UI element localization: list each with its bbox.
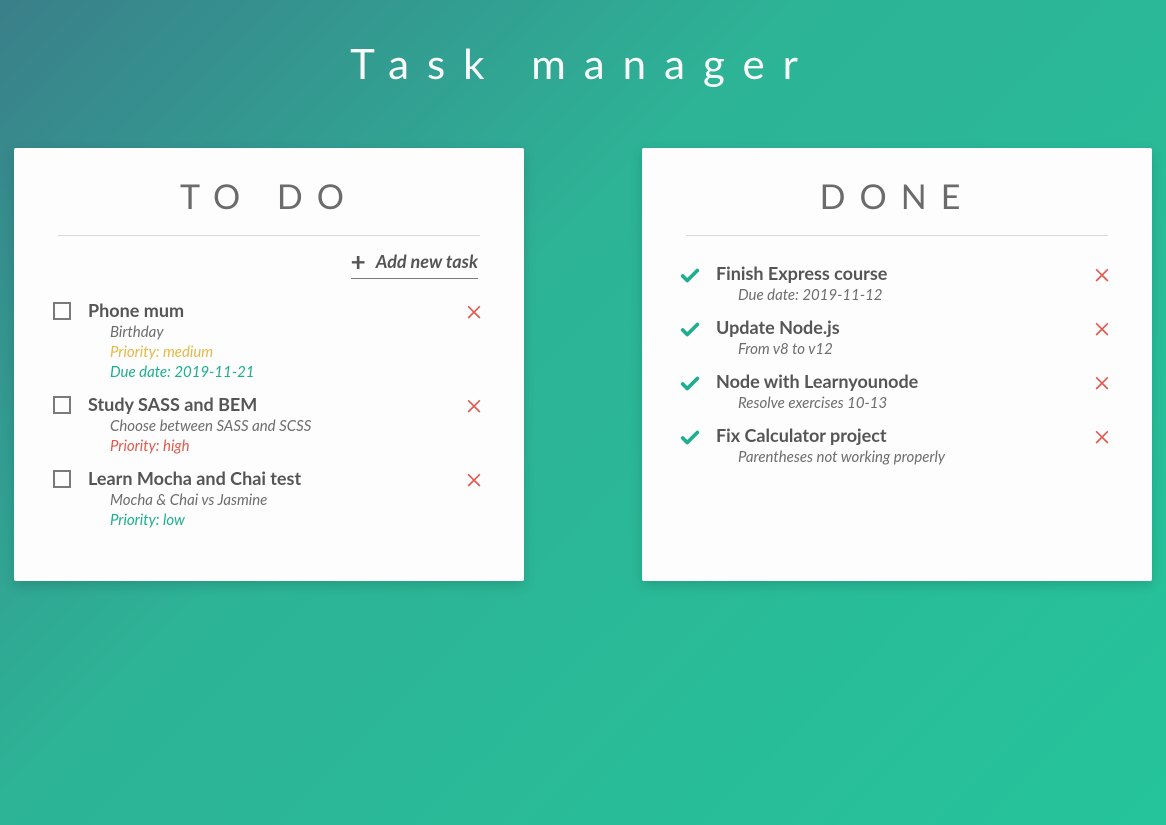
task-priority: Priority: medium: [110, 343, 446, 361]
task-description: Birthday: [110, 323, 446, 341]
divider: [686, 235, 1108, 236]
delete-task-button[interactable]: [460, 299, 488, 325]
task-description: Due date: 2019-11-12: [738, 286, 1074, 304]
checkbox-icon[interactable]: [53, 470, 71, 488]
task-description: Choose between SASS and SCSS: [110, 417, 446, 435]
task-title: Update Node.js: [716, 316, 1074, 338]
task-description: Mocha & Chai vs Jasmine: [110, 491, 446, 509]
close-icon: [464, 301, 484, 325]
task-board: TO DO + Add new task Phone mum Birthday …: [0, 148, 1166, 581]
task-row: Finish Express course Due date: 2019-11-…: [674, 262, 1120, 304]
delete-task-button[interactable]: [1088, 424, 1116, 450]
close-icon: [464, 469, 484, 493]
add-task-label: Add new task: [376, 250, 478, 272]
task-row: Node with Learnyounode Resolve exercises…: [674, 370, 1120, 412]
task-title: Fix Calculator project: [716, 424, 1074, 446]
task-title: Finish Express course: [716, 262, 1074, 284]
divider: [58, 235, 480, 236]
task-row: Study SASS and BEM Choose between SASS a…: [46, 393, 492, 455]
task-title: Node with Learnyounode: [716, 370, 1074, 392]
task-description: Parentheses not working properly: [738, 448, 1074, 466]
done-card: DONE Finish Express course Due date: 201…: [642, 148, 1152, 581]
done-heading: DONE: [674, 176, 1120, 217]
close-icon: [1092, 264, 1112, 288]
delete-task-button[interactable]: [1088, 370, 1116, 396]
add-task-button[interactable]: + Add new task: [351, 248, 478, 279]
task-due-date: Due date: 2019-11-21: [110, 363, 446, 381]
delete-task-button[interactable]: [1088, 262, 1116, 288]
done-list: Finish Express course Due date: 2019-11-…: [674, 262, 1120, 466]
check-icon[interactable]: [679, 319, 701, 341]
page-title: Task manager: [0, 0, 1166, 88]
task-priority: Priority: high: [110, 437, 446, 455]
task-row: Update Node.js From v8 to v12: [674, 316, 1120, 358]
close-icon: [1092, 426, 1112, 450]
check-icon[interactable]: [679, 427, 701, 449]
close-icon: [464, 395, 484, 419]
task-description: From v8 to v12: [738, 340, 1074, 358]
check-icon[interactable]: [679, 265, 701, 287]
todo-heading: TO DO: [46, 176, 492, 217]
task-row: Phone mum Birthday Priority: medium Due …: [46, 299, 492, 381]
task-title: Learn Mocha and Chai test: [88, 467, 446, 489]
close-icon: [1092, 372, 1112, 396]
todo-card: TO DO + Add new task Phone mum Birthday …: [14, 148, 524, 581]
task-description: Resolve exercises 10-13: [738, 394, 1074, 412]
delete-task-button[interactable]: [460, 393, 488, 419]
delete-task-button[interactable]: [1088, 316, 1116, 342]
task-row: Learn Mocha and Chai test Mocha & Chai v…: [46, 467, 492, 529]
task-title: Study SASS and BEM: [88, 393, 446, 415]
delete-task-button[interactable]: [460, 467, 488, 493]
task-priority: Priority: low: [110, 511, 446, 529]
plus-icon: +: [351, 248, 366, 274]
checkbox-icon[interactable]: [53, 396, 71, 414]
task-row: Fix Calculator project Parentheses not w…: [674, 424, 1120, 466]
task-title: Phone mum: [88, 299, 446, 321]
check-icon[interactable]: [679, 373, 701, 395]
checkbox-icon[interactable]: [53, 302, 71, 320]
close-icon: [1092, 318, 1112, 342]
todo-list: Phone mum Birthday Priority: medium Due …: [46, 299, 492, 529]
